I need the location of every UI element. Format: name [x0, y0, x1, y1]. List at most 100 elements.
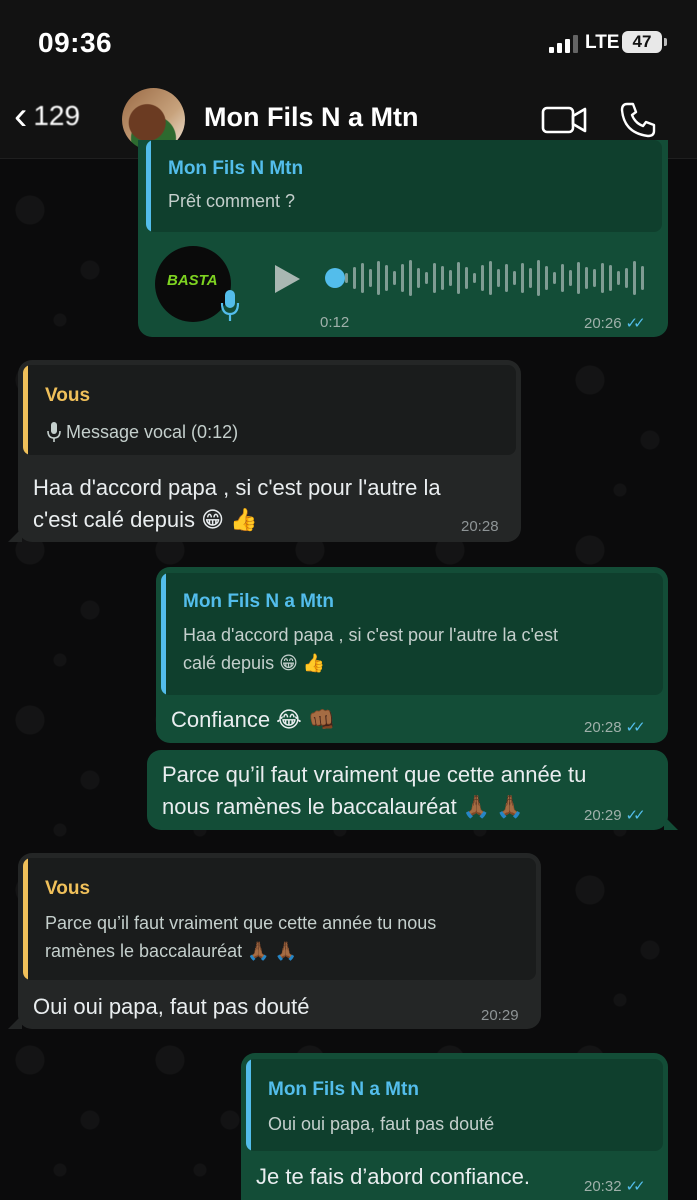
waveform-bar [465, 267, 468, 289]
waveform-bar [489, 261, 492, 295]
double-check-icon: ✓✓ [625, 719, 646, 736]
message-text-line: c'est calé depuis 😁 👍 [33, 507, 258, 532]
quoted-message[interactable]: Mon Fils N a Mtn Haa d'accord papa , si … [161, 573, 663, 695]
waveform-bar [369, 269, 372, 287]
double-check-icon: ✓✓ [625, 1178, 646, 1195]
waveform-bar [353, 267, 356, 289]
unread-count: 129 [33, 100, 81, 131]
waveform-bar [393, 271, 396, 285]
double-check-icon: ✓✓ [625, 807, 646, 824]
waveform-bar [553, 272, 556, 284]
message-time: 20:29 [584, 806, 622, 824]
waveform-bar [441, 266, 444, 290]
waveform-bar [425, 272, 428, 284]
quote-text-line: ramènes le baccalauréat 🙏🏾 🙏🏾 [45, 941, 297, 961]
waveform-bar [377, 261, 380, 295]
message-bubble-incoming[interactable]: Vous Parce qu’il faut vraiment que cette… [18, 853, 541, 1029]
quoted-message[interactable]: Mon Fils N Mtn Prêt comment ? [146, 140, 662, 232]
waveform-bar [609, 265, 612, 291]
status-time: 09:36 [38, 27, 113, 58]
message-bubble-outgoing[interactable]: Mon Fils N Mtn Prêt comment ? BASTA 0:12… [138, 140, 668, 337]
battery-icon: 47 [622, 31, 667, 53]
waveform-bar [561, 264, 564, 292]
waveform-bar [481, 265, 484, 291]
waveform-bar [569, 270, 572, 286]
double-check-icon: ✓✓ [625, 315, 646, 332]
message-bubble-outgoing[interactable]: Mon Fils N a Mtn Oui oui papa, faut pas … [241, 1053, 668, 1200]
waveform-bar [361, 263, 364, 293]
quote-text: Oui oui papa, faut pas douté [268, 1114, 495, 1134]
voice-duration: 0:12 [320, 314, 350, 331]
quote-bar [23, 365, 28, 455]
message-meta: 20:32 ✓✓ [584, 1177, 646, 1196]
waveform-bar [545, 266, 548, 290]
waveform-bar [449, 270, 452, 286]
contact-name[interactable]: Mon Fils N a Mtn [204, 102, 418, 133]
waveform-bar [345, 273, 348, 283]
waveform-bar [585, 267, 588, 289]
quote-author: Vous [45, 878, 91, 899]
quote-bar [146, 140, 151, 232]
quote-bar [23, 858, 28, 980]
waveform-bar [577, 262, 580, 294]
message-text-line: Parce qu’il faut vraiment que cette anné… [162, 762, 587, 787]
message-time: 20:29 [481, 1007, 519, 1024]
waveform-bar [537, 260, 540, 296]
voice-waveform[interactable] [345, 258, 645, 298]
waveform-bar [625, 268, 628, 288]
message-bubble-outgoing[interactable]: Parce qu’il faut vraiment que cette anné… [147, 750, 668, 830]
back-button[interactable]: ‹ 129 [14, 96, 80, 136]
waveform-bar [505, 264, 508, 292]
message-time: 20:28 [461, 518, 499, 535]
message-time: 20:32 [584, 1177, 622, 1195]
waveform-bar [633, 261, 636, 295]
microphone-icon [220, 290, 240, 321]
quote-bar [246, 1059, 251, 1151]
waveform-bar [617, 271, 620, 285]
network-type: LTE [585, 32, 620, 53]
waveform-bar [641, 266, 644, 290]
message-meta: 20:28 ✓✓ [584, 718, 646, 737]
quote-text-line: Parce qu’il faut vraiment que cette anné… [45, 913, 437, 933]
microphone-icon [47, 422, 61, 442]
back-chevron-icon: ‹ [14, 94, 28, 138]
waveform-bar [457, 262, 460, 294]
quote-author: Mon Fils N Mtn [168, 158, 304, 179]
waveform-bar [593, 269, 596, 287]
waveform-bar [417, 268, 420, 288]
waveform-bar [409, 260, 412, 296]
waveform-bar [601, 263, 604, 293]
waveform-bar [521, 263, 524, 293]
quote-text: Prêt comment ? [168, 191, 296, 211]
voice-thumbnail-logo: BASTA [167, 272, 218, 289]
waveform-bar [401, 264, 404, 292]
waveform-bar [513, 271, 516, 285]
message-text-line: Haa d'accord papa , si c'est pour l'autr… [33, 475, 441, 500]
phone-call-icon[interactable] [618, 100, 658, 140]
quote-text: Message vocal (0:12) [66, 422, 239, 442]
play-icon[interactable] [272, 264, 302, 294]
quoted-message[interactable]: Mon Fils N a Mtn Oui oui papa, faut pas … [246, 1059, 663, 1151]
message-bubble-outgoing[interactable]: Mon Fils N a Mtn Haa d'accord papa , si … [156, 567, 668, 743]
quote-text-line: Haa d'accord papa , si c'est pour l'autr… [183, 625, 558, 645]
message-text: Je te fais d’abord confiance. [256, 1164, 530, 1189]
status-bar: 09:36 LTE 47 [0, 0, 697, 80]
message-text: Oui oui papa, faut pas douté [33, 994, 310, 1019]
message-meta: 20:26 ✓✓ [584, 314, 646, 333]
quote-text-line: calé depuis 😁 👍 [183, 653, 326, 673]
waveform-bar [473, 273, 476, 283]
video-call-icon[interactable] [541, 104, 587, 136]
quoted-message[interactable]: Vous Parce qu’il faut vraiment que cette… [23, 858, 536, 980]
waveform-bar [497, 269, 500, 287]
message-meta: 20:29 ✓✓ [584, 806, 646, 825]
waveform-bar [529, 268, 532, 288]
quoted-message[interactable]: Vous Message vocal (0:12) [23, 365, 516, 455]
message-time: 20:26 [584, 314, 622, 332]
quote-author: Mon Fils N a Mtn [268, 1079, 419, 1100]
waveform-bar [385, 265, 388, 291]
voice-progress-dot[interactable] [325, 268, 345, 288]
message-text-line: nous ramènes le baccalauréat 🙏🏾 🙏🏾 [162, 794, 524, 819]
quote-bar [161, 573, 166, 695]
message-bubble-incoming[interactable]: Vous Message vocal (0:12) Haa d'accord p… [18, 360, 521, 542]
waveform-bar [433, 263, 436, 293]
